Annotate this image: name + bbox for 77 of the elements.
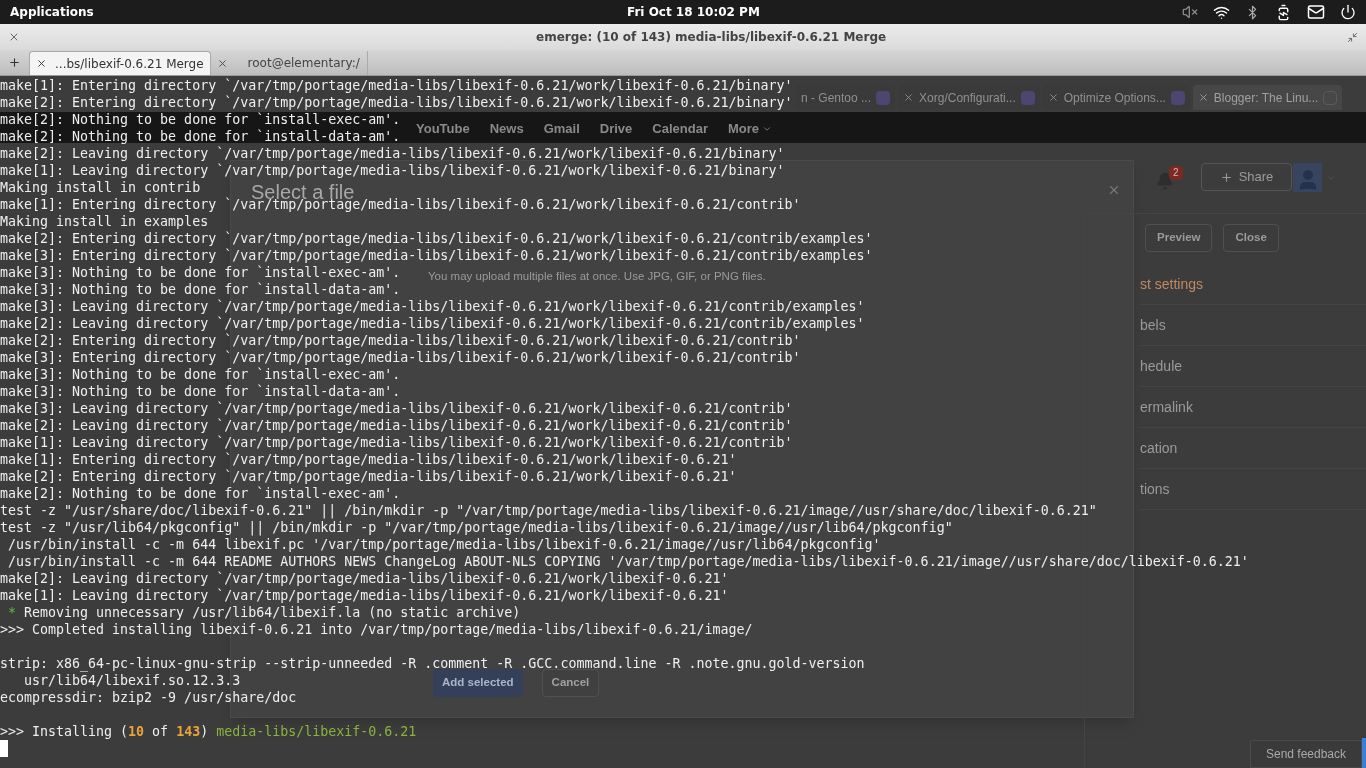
terminal-line: make[1]: Entering directory `/var/tmp/portage/media-libs/libexif-0.6.21/work/libexif-0.6.21/binary' bbox=[0, 77, 793, 94]
terminal-line: make[1]: Leaving directory `/var/tmp/portage/media-libs/libexif-0.6.21/work/libexif-0.6.21/contrib' bbox=[0, 434, 793, 451]
mail-icon[interactable] bbox=[1307, 3, 1325, 21]
google-bar-link[interactable]: News bbox=[489, 119, 524, 139]
terminal-line: make[3]: Entering directory `/var/tmp/portage/media-libs/libexif-0.6.21/work/libexif-0.6.21/contrib' bbox=[0, 349, 801, 366]
new-tab-icon[interactable] bbox=[8, 56, 21, 69]
terminal-line: make[2]: Entering directory `/var/tmp/portage/media-libs/libexif-0.6.21/work/libexif-0.6.21' bbox=[0, 468, 737, 485]
terminal-line: make[2]: Leaving directory `/var/tmp/portage/media-libs/libexif-0.6.21/work/libexif-0.6.21/contrib/examples' bbox=[0, 315, 865, 332]
terminal-line: /usr/bin/install -c -m 644 libexif.pc '/var/tmp/portage/media-libs/libexif-0.6.21/image//usr/lib64/pkgconfig' bbox=[7, 536, 881, 553]
terminal-line: Making install in examples bbox=[0, 213, 209, 230]
close-icon[interactable] bbox=[216, 57, 228, 69]
terminal-line: * Removing unnecessary /usr/lib64/libexif.la (no static archive) bbox=[7, 604, 521, 621]
terminal-line: make[3]: Nothing to be done for `install-data-am'. bbox=[0, 281, 401, 298]
favicon-icon bbox=[876, 90, 891, 105]
google-bar-link[interactable]: YouTube bbox=[416, 119, 470, 139]
google-bar-link[interactable]: Drive bbox=[599, 119, 633, 139]
close-icon[interactable] bbox=[8, 31, 20, 43]
sidebar-item[interactable]: st settings bbox=[1140, 273, 1204, 295]
terminal-line: make[1]: Entering directory `/var/tmp/portage/media-libs/libexif-0.6.21/work/libexif-0.6.21' bbox=[0, 451, 737, 468]
sidebar-item[interactable]: hedule bbox=[1140, 355, 1183, 377]
terminal-line: make[1]: Leaving directory `/var/tmp/portage/media-libs/libexif-0.6.21/work/libexif-0.6.21/binary' bbox=[0, 162, 785, 179]
terminal-line: make[3]: Leaving directory `/var/tmp/portage/media-libs/libexif-0.6.21/work/libexif-0.6.21/contrib' bbox=[0, 400, 793, 417]
clock[interactable]: Fri Oct 18 10:02 PM bbox=[627, 3, 760, 21]
sidebar-item[interactable]: ermalink bbox=[1140, 396, 1193, 418]
sidebar-item[interactable]: cation bbox=[1140, 437, 1178, 459]
terminal-line: usr/lib64/libexif.so.12.3.3 bbox=[23, 672, 241, 689]
terminal-line: test -z "/usr/lib64/pkgconfig" || /bin/mkdir -p "/var/tmp/portage/media-libs/libexif-0.6.21/image//usr/lib64/pkgconfig" bbox=[0, 519, 953, 536]
feedback-button[interactable]: Send feedback bbox=[1250, 740, 1362, 768]
applications-menu[interactable]: Applications bbox=[10, 3, 94, 21]
terminal-line: make[2]: Entering directory `/var/tmp/portage/media-libs/libexif-0.6.21/work/libexif-0.6.21/binary' bbox=[0, 94, 793, 111]
editor-button[interactable]: Preview bbox=[1145, 224, 1213, 252]
terminal-line: make[2]: Nothing to be done for `install-exec-am'. bbox=[0, 485, 401, 502]
scroll-indicator bbox=[1362, 738, 1366, 768]
terminal-line: make[3]: Nothing to be done for `install-exec-am'. bbox=[0, 264, 401, 281]
upload-hint: You may upload multiple files at once. Use JPG, GIF, or PNG files. bbox=[428, 269, 766, 284]
terminal-line: make[3]: Entering directory `/var/tmp/portage/media-libs/libexif-0.6.21/work/libexif-0.6.21/contrib/examples' bbox=[0, 247, 873, 264]
terminal-line: make[3]: Nothing to be done for `install-data-am'. bbox=[0, 383, 401, 400]
terminal-line: make[2]: Leaving directory `/var/tmp/portage/media-libs/libexif-0.6.21/work/libexif-0.6.21/binary' bbox=[0, 145, 785, 162]
terminal-line: make[1]: Entering directory `/var/tmp/portage/media-libs/libexif-0.6.21/work/libexif-0.6.21/contrib' bbox=[0, 197, 801, 213]
terminal-line: make[3]: Nothing to be done for `install-exec-am'. bbox=[0, 366, 401, 383]
volume-muted-icon[interactable] bbox=[1182, 4, 1198, 20]
terminal-line: strip: x86_64-pc-linux-gnu-strip --strip-unneeded -R .comment -R .GCC.command.line -R .note.gnu.gold-version bbox=[0, 655, 865, 672]
dialog-button[interactable]: Cancel bbox=[541, 669, 600, 697]
editor-button[interactable]: Close bbox=[1223, 224, 1279, 252]
plus-icon bbox=[1219, 170, 1233, 184]
power-icon[interactable] bbox=[1340, 4, 1356, 20]
terminal-line: make[2]: Leaving directory `/var/tmp/portage/media-libs/libexif-0.6.21/work/libexif-0.6.21' bbox=[0, 570, 729, 587]
terminal-line: ecompressdir: bzip2 -9 /usr/share/doc bbox=[0, 689, 297, 706]
notification-badge: 2 bbox=[1169, 166, 1183, 180]
google-bar-link[interactable]: More bbox=[727, 119, 759, 139]
google-bar-link[interactable]: Calendar bbox=[652, 119, 708, 139]
terminal-line: make[2]: Nothing to be done for `install-exec-am'. bbox=[0, 111, 401, 128]
terminal-line: make[2]: Nothing to be done for `install-data-am'. bbox=[0, 128, 401, 145]
restore-icon[interactable] bbox=[1347, 31, 1358, 43]
share-button[interactable]: Share bbox=[1201, 163, 1292, 191]
terminal-line: make[2]: Leaving directory `/var/tmp/portage/media-libs/libexif-0.6.21/work/libexif-0.6.21/contrib' bbox=[0, 417, 793, 434]
dialog-button[interactable]: Add selected bbox=[433, 669, 523, 697]
window-title: emerge: (10 of 143) media-libs/libexif-0.6.21 Merge bbox=[536, 29, 887, 46]
terminal-line: make[2]: Entering directory `/var/tmp/portage/media-libs/libexif-0.6.21/work/libexif-0.6.21/contrib/examples' bbox=[0, 230, 873, 247]
terminal-line: Making install in contrib bbox=[0, 179, 201, 196]
close-icon[interactable] bbox=[36, 58, 47, 69]
terminal-line: >>> Completed installing libexif-0.6.21 into /var/tmp/portage/media-libs/libexif-0.6.21/image/ bbox=[0, 621, 753, 638]
favicon-icon bbox=[1170, 90, 1185, 105]
terminal-line: test -z "/usr/share/doc/libexif-0.6.21" || /bin/mkdir -p "/var/tmp/portage/media-libs/libexif-0.6.21/image//usr/share/doc/libexif-0.6.21" bbox=[0, 502, 1097, 519]
terminal-tab[interactable]: root@elementary:/ bbox=[210, 51, 368, 75]
terminal-line: make[1]: Leaving directory `/var/tmp/portage/media-libs/libexif-0.6.21/work/libexif-0.6.21' bbox=[0, 587, 729, 604]
terminal-line: >>> Installing (10 of 143) media-libs/libexif-0.6.21 bbox=[0, 723, 417, 740]
google-bar-link[interactable]: Gmail bbox=[543, 119, 580, 139]
sidebar-item[interactable]: tions bbox=[1140, 478, 1170, 500]
terminal-tab[interactable]: ...bs/libexif-0.6.21 Merge bbox=[29, 51, 211, 75]
sidebar-item[interactable]: bels bbox=[1140, 314, 1166, 336]
terminal-line: make[2]: Entering directory `/var/tmp/portage/media-libs/libexif-0.6.21/work/libexif-0.6.21/contrib' bbox=[0, 332, 801, 349]
browser-tab[interactable]: Blogger: The Linu... bbox=[1192, 85, 1343, 110]
terminal-cursor bbox=[0, 740, 8, 757]
favicon-icon bbox=[1020, 90, 1035, 105]
terminal-line: make[3]: Leaving directory `/var/tmp/portage/media-libs/libexif-0.6.21/work/libexif-0.6.21/contrib/examples' bbox=[0, 298, 865, 315]
terminal-line: /usr/bin/install -c -m 644 README AUTHORS NEWS ChangeLog ABOUT-NLS COPYING '/var/tmp/portage/media-libs/libexif-0.6.21/image//usr/share/doc/libexif-0.6.21' bbox=[7, 553, 1249, 570]
